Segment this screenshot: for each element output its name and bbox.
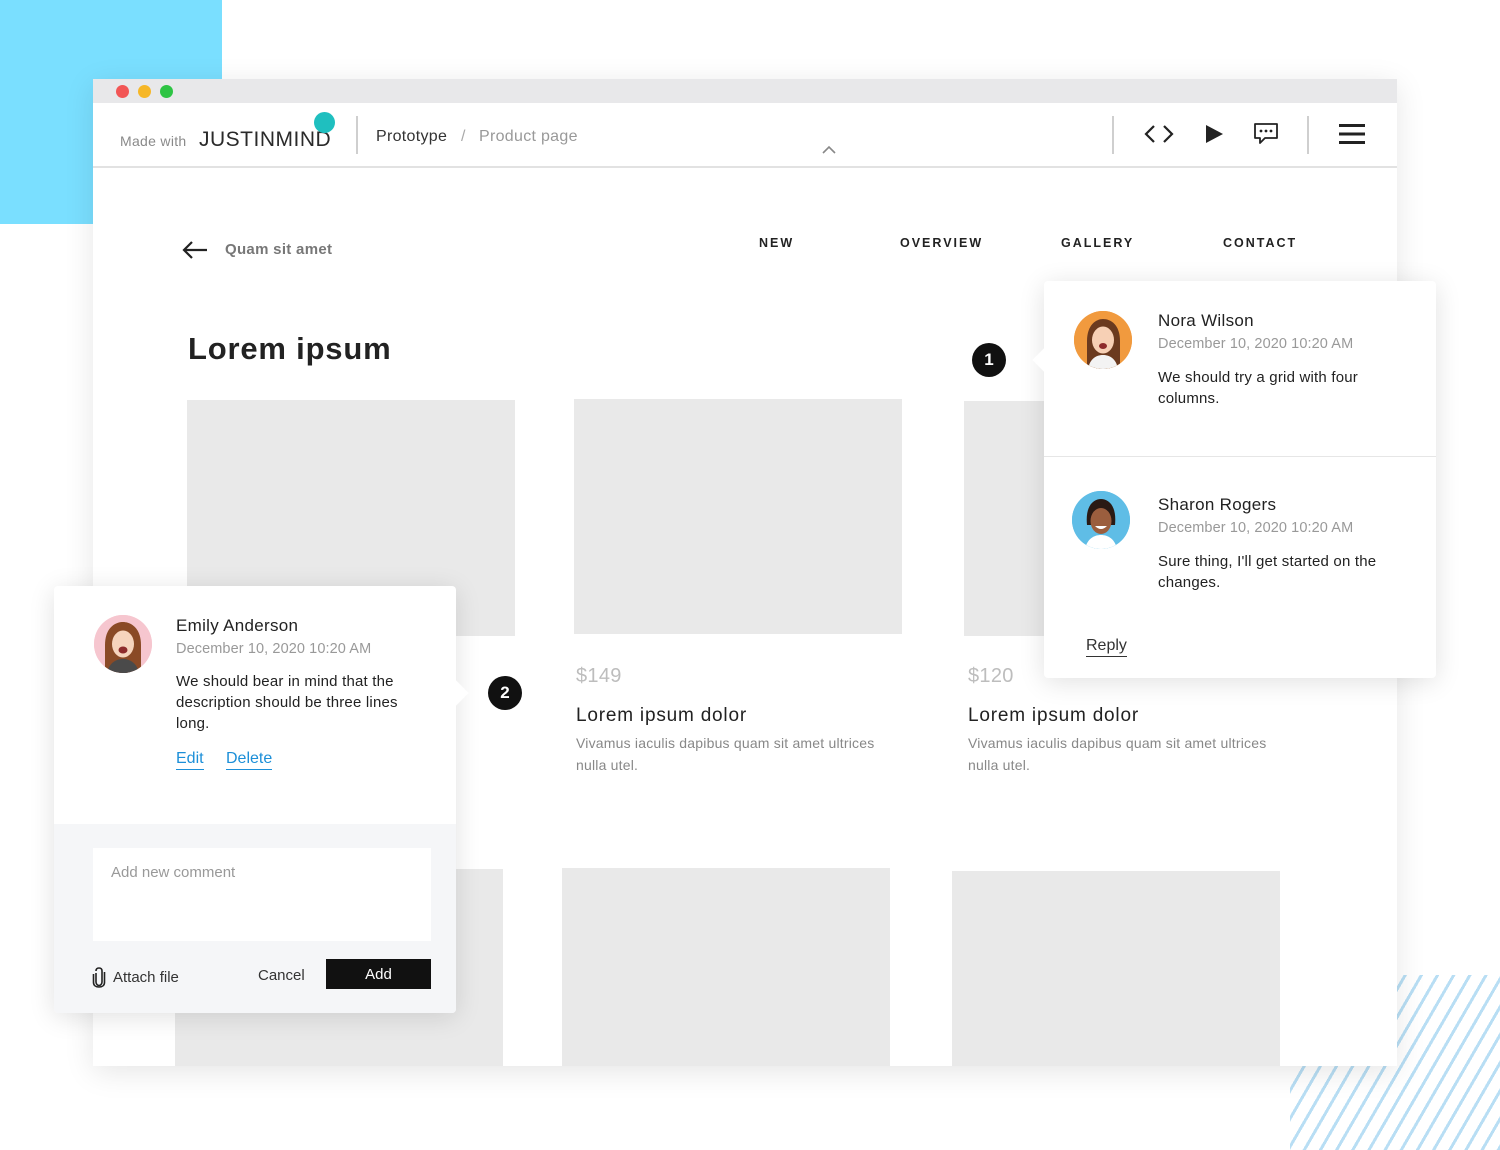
comment-thread-card: Nora Wilson December 10, 2020 10:20 AM W… <box>1032 281 1436 678</box>
comment-author: Nora Wilson <box>1158 311 1254 330</box>
comment-marker[interactable]: 1 <box>972 343 1006 377</box>
breadcrumb-product-page: Product page <box>479 128 578 145</box>
toolbar-divider <box>356 116 358 154</box>
comment-composer: Attach file Cancel Add <box>54 824 456 1013</box>
product-price: $149 <box>576 665 622 687</box>
comment-marker[interactable]: 2 <box>488 676 522 710</box>
nav-item-overview[interactable]: OVERVIEW <box>900 236 983 250</box>
comment-text: Sure thing, I'll get started on the chan… <box>1158 553 1377 591</box>
avatar <box>1074 311 1132 369</box>
reply-link[interactable]: Reply <box>1086 637 1127 657</box>
nav-item-new[interactable]: NEW <box>759 236 794 250</box>
product-image-placeholder[interactable] <box>562 868 890 1066</box>
nav-item-contact[interactable]: CONTACT <box>1223 236 1297 250</box>
avatar <box>94 615 152 673</box>
breadcrumb-separator: / <box>461 128 466 145</box>
code-icon[interactable] <box>1142 117 1176 151</box>
comment-divider <box>1044 456 1436 457</box>
avatar <box>1072 491 1130 549</box>
product-image-placeholder[interactable] <box>952 871 1280 1066</box>
minimize-window-button[interactable] <box>138 85 151 98</box>
toolbar-divider <box>1307 116 1309 154</box>
collapse-chevron-up-icon[interactable] <box>821 145 837 155</box>
maximize-window-button[interactable] <box>160 85 173 98</box>
logo-dot-icon <box>314 112 335 133</box>
close-window-button[interactable] <box>116 85 129 98</box>
product-title[interactable]: Lorem ipsum dolor <box>576 705 747 727</box>
comment-author: Sharon Rogers <box>1158 495 1277 514</box>
comment-icon[interactable] <box>1249 117 1283 151</box>
comment-text: We should try a grid with four columns. <box>1158 369 1358 407</box>
product-description: Vivamus iaculis dapibus quam sit amet ul… <box>968 735 1267 773</box>
product-image-placeholder[interactable] <box>574 399 902 634</box>
back-link[interactable]: Quam sit amet <box>225 241 332 258</box>
attach-file-button[interactable]: Attach file <box>92 966 179 988</box>
comment-date: December 10, 2020 10:20 AM <box>176 641 372 657</box>
product-title[interactable]: Lorem ipsum dolor <box>968 705 1139 727</box>
attach-file-label: Attach file <box>113 968 179 986</box>
play-icon[interactable] <box>1197 117 1231 151</box>
justinmind-logo: JUSTINMIND <box>199 128 332 151</box>
comment-date: December 10, 2020 10:20 AM <box>1158 336 1354 352</box>
paperclip-icon <box>92 967 106 988</box>
menu-icon[interactable] <box>1335 117 1369 151</box>
product-price: $120 <box>968 665 1014 687</box>
nav-item-gallery[interactable]: GALLERY <box>1061 236 1134 250</box>
add-comment-button[interactable]: Add <box>326 959 431 989</box>
comment-date: December 10, 2020 10:20 AM <box>1158 520 1354 536</box>
toolbar-divider <box>1112 116 1114 154</box>
edit-comment-link[interactable]: Edit <box>176 750 204 770</box>
page-title: Lorem ipsum <box>188 331 392 366</box>
product-description: Vivamus iaculis dapibus quam sit amet ul… <box>576 735 875 773</box>
comment-author: Emily Anderson <box>176 616 299 635</box>
prototype-toolbar: Made with JUSTINMIND Prototype / Product… <box>93 103 1397 168</box>
back-arrow-icon[interactable] <box>181 239 209 261</box>
cancel-button[interactable]: Cancel <box>258 967 305 984</box>
window-titlebar <box>93 79 1397 103</box>
delete-comment-link[interactable]: Delete <box>226 750 273 770</box>
new-comment-input[interactable] <box>93 848 431 941</box>
breadcrumb-prototype[interactable]: Prototype <box>376 128 447 146</box>
comment-composer-card: Emily Anderson December 10, 2020 10:20 A… <box>54 586 469 1013</box>
comment-text: We should bear in mind that the descript… <box>176 673 398 732</box>
made-with-label: Made with <box>120 133 187 149</box>
